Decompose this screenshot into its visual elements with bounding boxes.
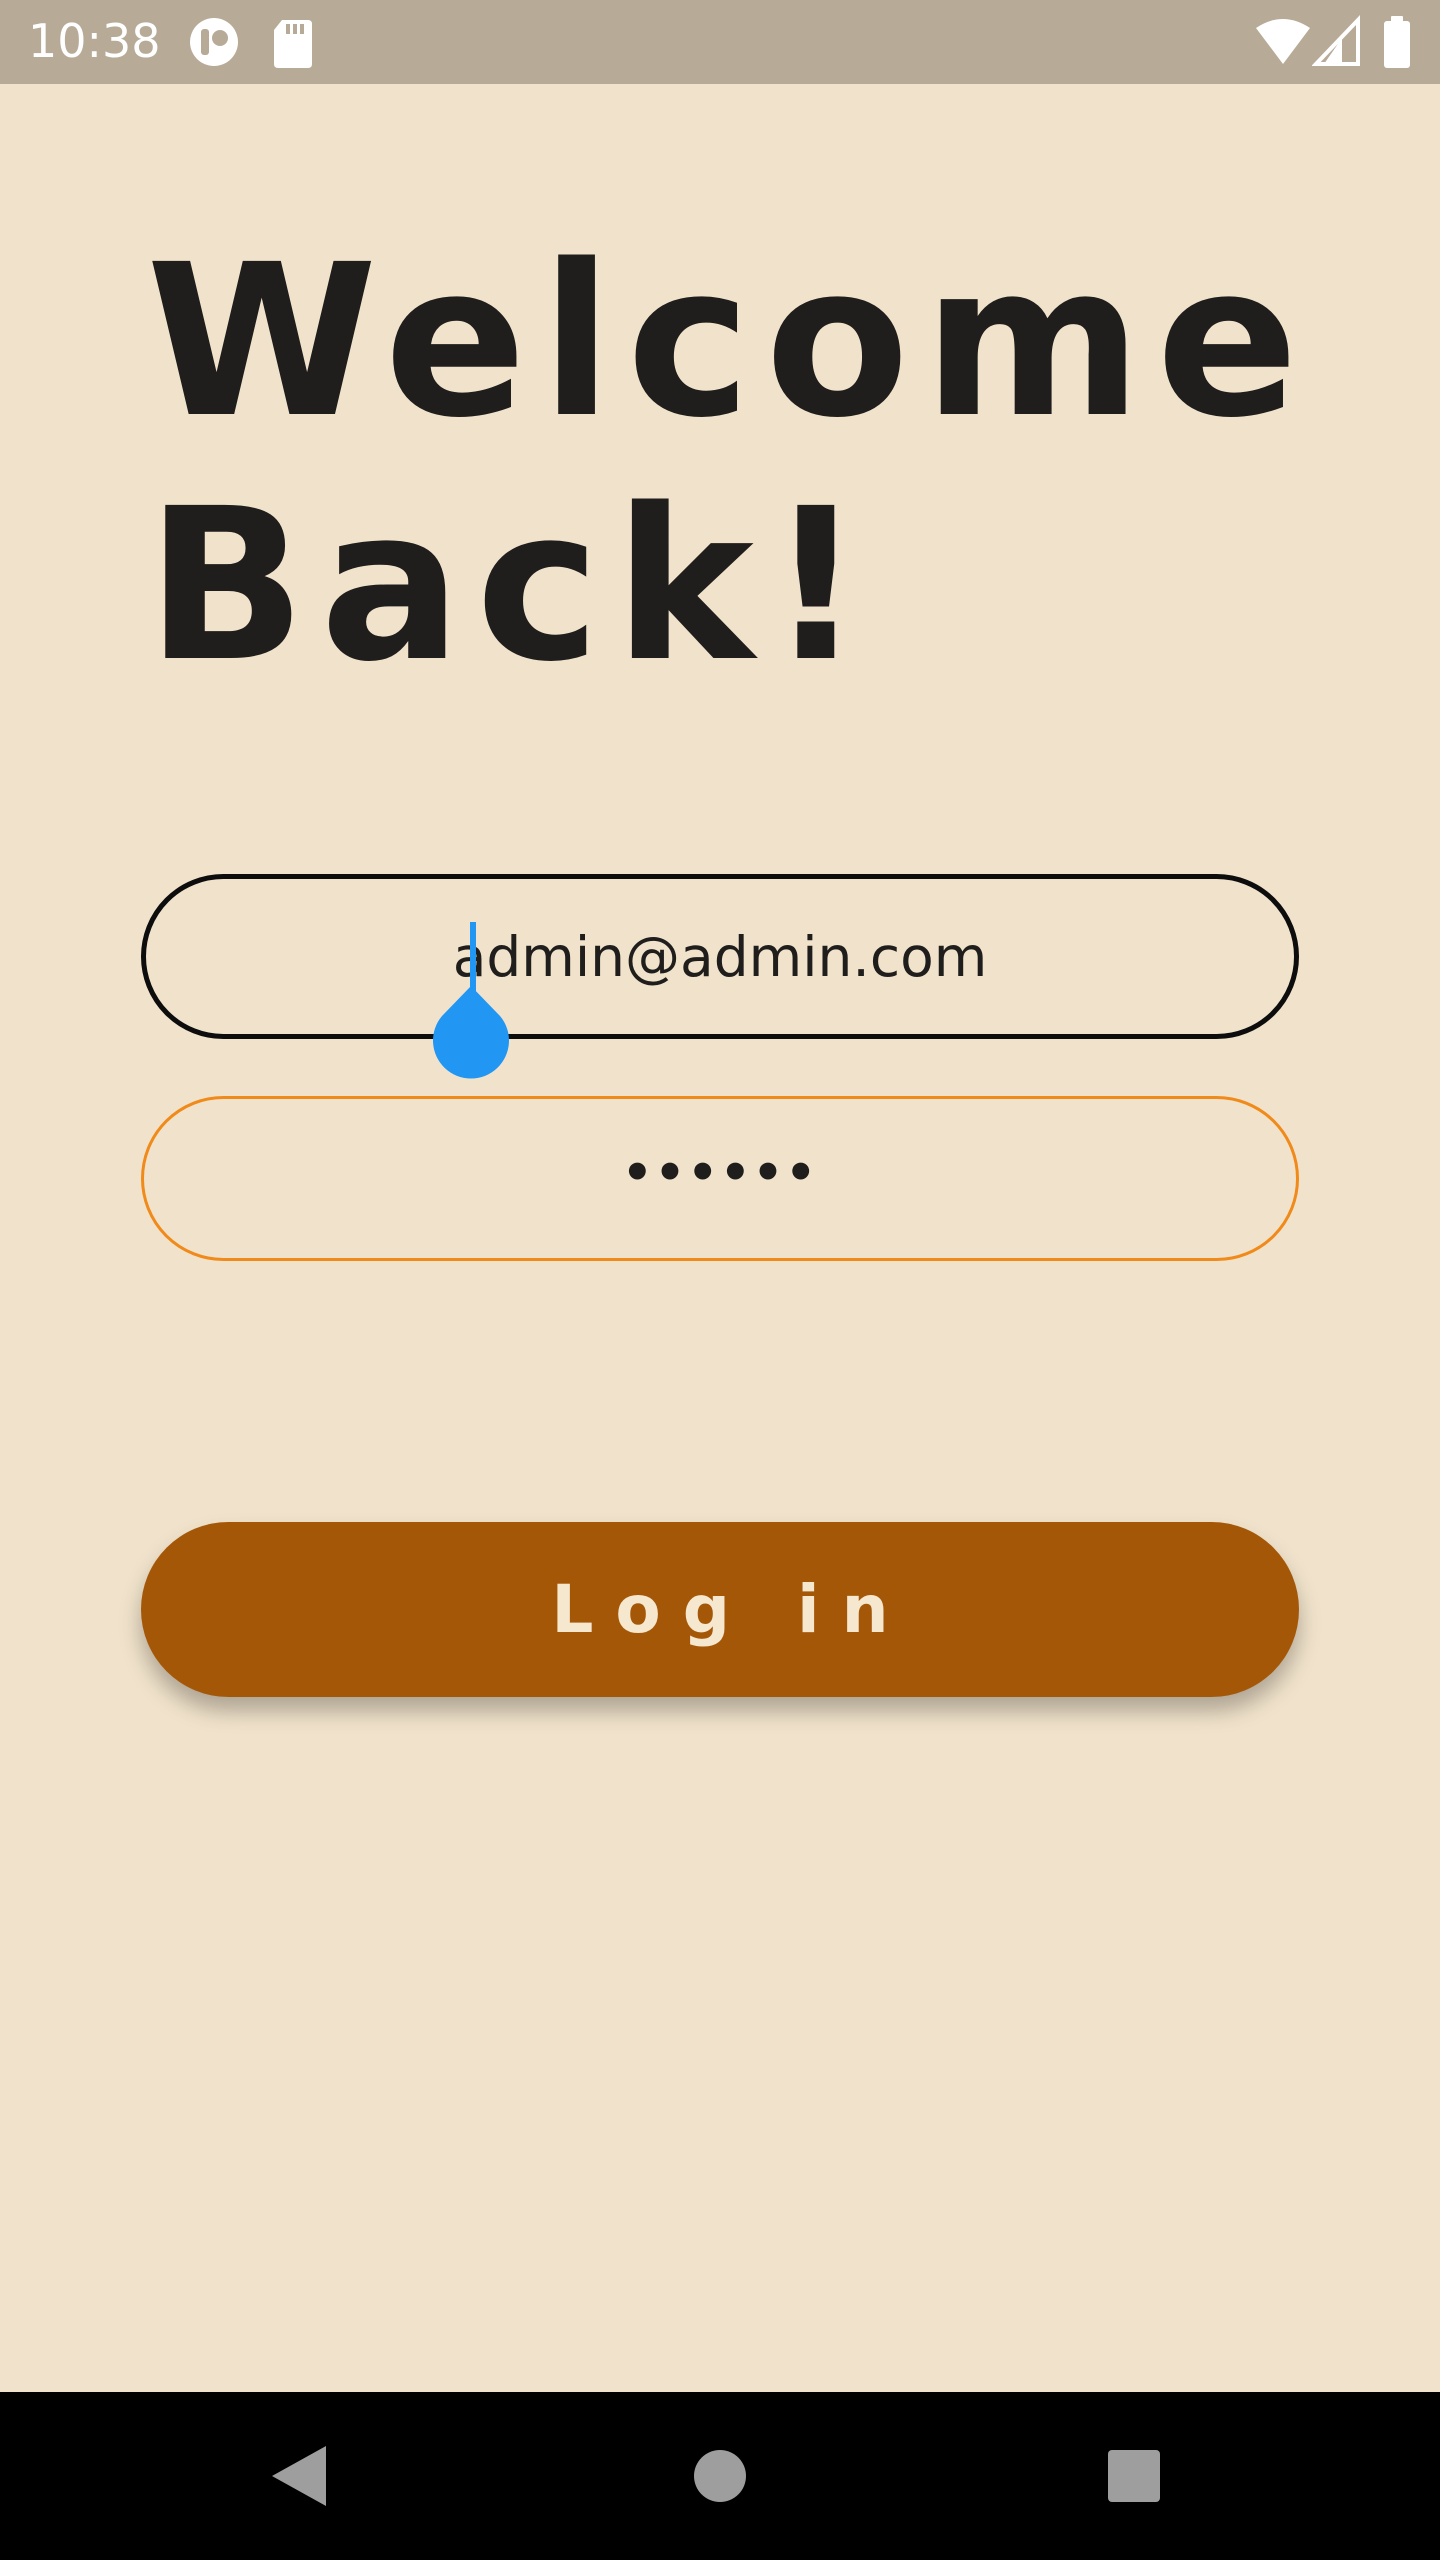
- back-icon[interactable]: [264, 2440, 336, 2512]
- email-value: admin@admin.com: [452, 924, 988, 989]
- sd-card-icon: [274, 20, 312, 68]
- password-value: ••••••: [621, 1144, 819, 1201]
- password-field[interactable]: ••••••: [141, 1096, 1299, 1261]
- login-button[interactable]: Log in: [141, 1522, 1299, 1697]
- recents-icon[interactable]: [1098, 2440, 1170, 2512]
- wifi-icon: [1256, 19, 1310, 64]
- app-notification-icon: [190, 18, 238, 66]
- login-button-label: Log in: [551, 1571, 911, 1648]
- email-field[interactable]: admin@admin.com: [141, 874, 1299, 1039]
- title-line-back: Back!: [146, 463, 878, 708]
- cursor-handle[interactable]: [430, 982, 512, 1082]
- status-time: 10:38: [28, 14, 161, 68]
- status-bar: 10:38: [0, 0, 1440, 84]
- page-title: Welcome Back!: [146, 220, 1313, 708]
- battery-icon: [1384, 16, 1410, 68]
- cell-signal-icon: [1312, 15, 1360, 66]
- home-icon[interactable]: [684, 2440, 756, 2512]
- title-line-welcome: Welcome: [146, 219, 1313, 464]
